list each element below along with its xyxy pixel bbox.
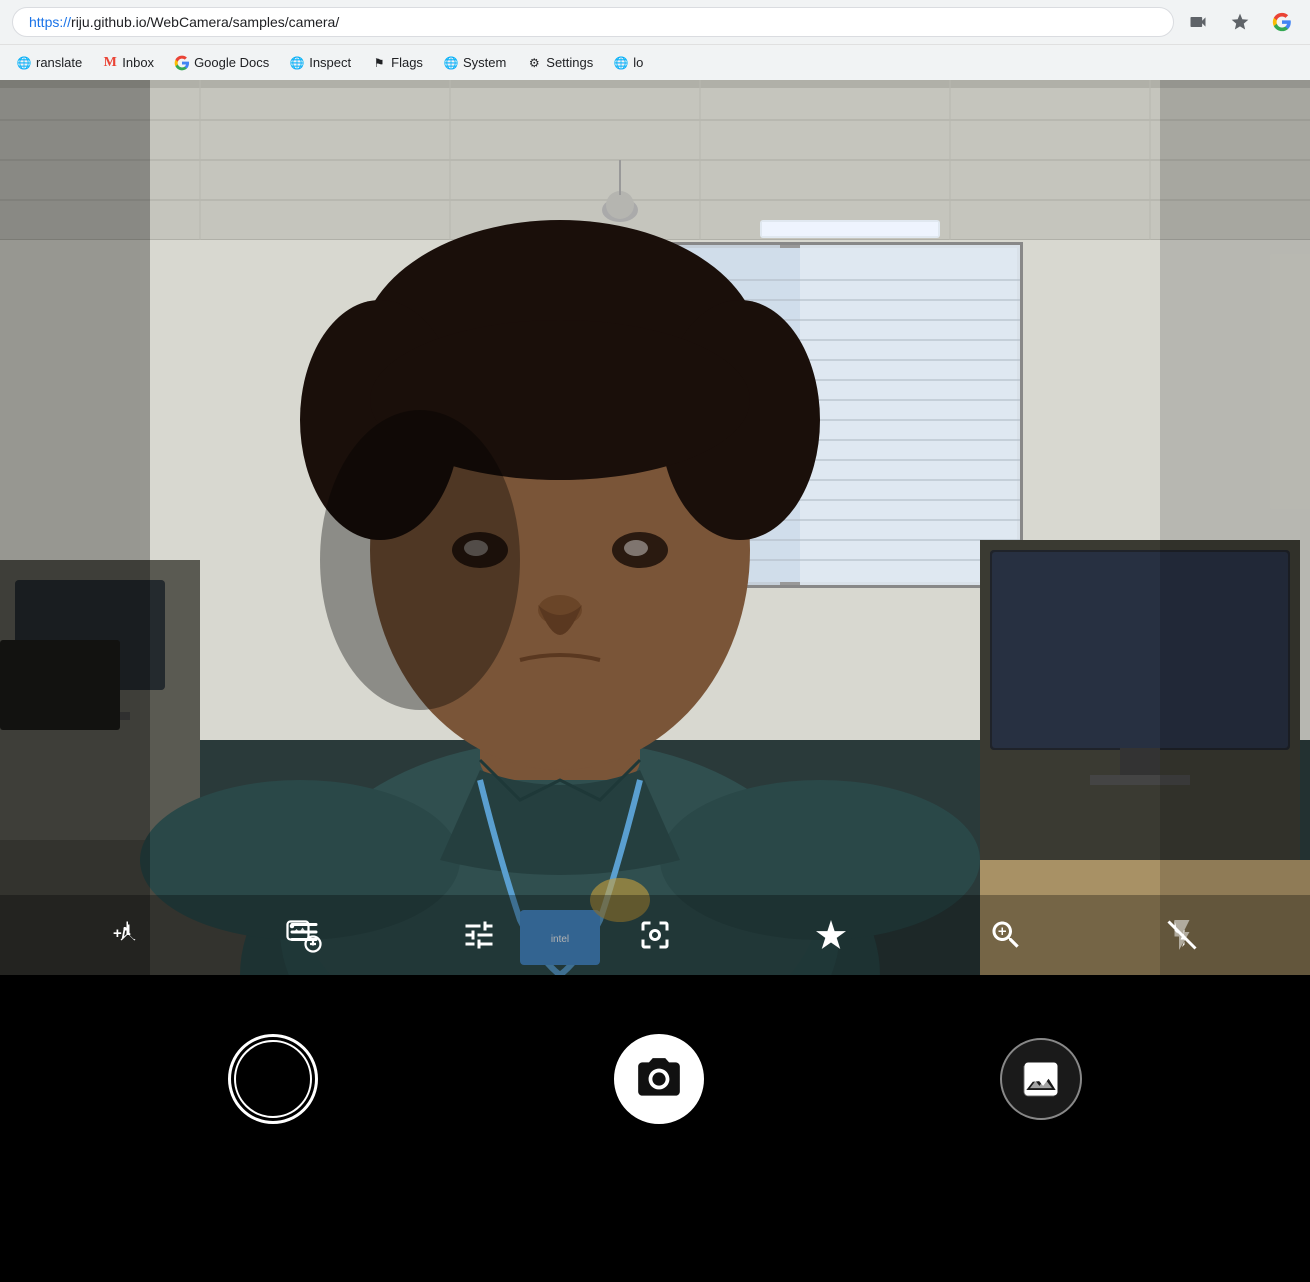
inspect-icon: 🌐 (289, 55, 305, 71)
translate-icon: 🌐 (16, 55, 32, 71)
bookmark-inbox-label: Inbox (122, 55, 154, 70)
bookmark-inspect[interactable]: 🌐 Inspect (281, 51, 359, 75)
bookmark-translate-label: ranslate (36, 55, 82, 70)
hdr-control[interactable] (809, 913, 853, 957)
zoom-control[interactable] (984, 913, 1028, 957)
flags-icon: ⚑ (371, 55, 387, 71)
bookmarks-bar: 🌐 ranslate M Inbox Google Docs 🌐 Inspe (0, 44, 1310, 80)
bookmark-system-label: System (463, 55, 506, 70)
google-icon[interactable] (1266, 6, 1298, 38)
sliders-control[interactable] (457, 913, 501, 957)
camera-bottom-bar (0, 975, 1310, 1182)
lo-icon: 🌐 (613, 55, 629, 71)
address-bar[interactable]: https://riju.github.io/WebCamera/samples… (12, 7, 1174, 37)
browser-icons (1182, 6, 1298, 38)
star-icon[interactable] (1224, 6, 1256, 38)
camera-feed: intel (0, 80, 1310, 975)
bookmark-google-docs[interactable]: Google Docs (166, 51, 277, 75)
bookmark-flags[interactable]: ⚑ Flags (363, 51, 431, 75)
media-icon[interactable] (1182, 6, 1214, 38)
address-bar-row: https://riju.github.io/WebCamera/samples… (0, 0, 1310, 44)
timer-control[interactable] (282, 913, 326, 957)
bookmark-google-docs-label: Google Docs (194, 55, 269, 70)
bookmark-settings[interactable]: ⚙ Settings (518, 51, 601, 75)
bookmark-flags-label: Flags (391, 55, 423, 70)
google-docs-icon (174, 55, 190, 71)
capture-button[interactable] (614, 1034, 704, 1124)
url-path: /WebCamera/samples/camera/ (147, 14, 340, 30)
bookmark-translate[interactable]: 🌐 ranslate (8, 51, 90, 75)
focus-control[interactable] (633, 913, 677, 957)
bookmark-lo[interactable]: 🌐 lo (605, 51, 651, 75)
exposure-control[interactable]: +/- (106, 913, 150, 957)
gallery-icon (1019, 1057, 1063, 1101)
video-button-inner (234, 1040, 312, 1118)
bookmark-system[interactable]: 🌐 System (435, 51, 514, 75)
svg-text:+/-: +/- (113, 925, 131, 942)
system-icon: 🌐 (443, 55, 459, 71)
camera-icon (634, 1054, 684, 1104)
bookmark-lo-label: lo (633, 55, 643, 70)
bookmark-settings-label: Settings (546, 55, 593, 70)
browser-chrome: https://riju.github.io/WebCamera/samples… (0, 0, 1310, 80)
flash-off-control[interactable] (1160, 913, 1204, 957)
gallery-button[interactable] (1000, 1038, 1082, 1120)
camera-controls: +/- (0, 895, 1310, 975)
settings-icon: ⚙ (526, 55, 542, 71)
inbox-icon: M (102, 55, 118, 71)
bookmark-inspect-label: Inspect (309, 55, 351, 70)
video-button[interactable] (228, 1034, 318, 1124)
camera-viewport: intel +/- (0, 80, 1310, 975)
bookmark-inbox[interactable]: M Inbox (94, 51, 162, 75)
url-text: riju.github.io (71, 14, 147, 30)
url-secure: https:// (29, 14, 71, 30)
